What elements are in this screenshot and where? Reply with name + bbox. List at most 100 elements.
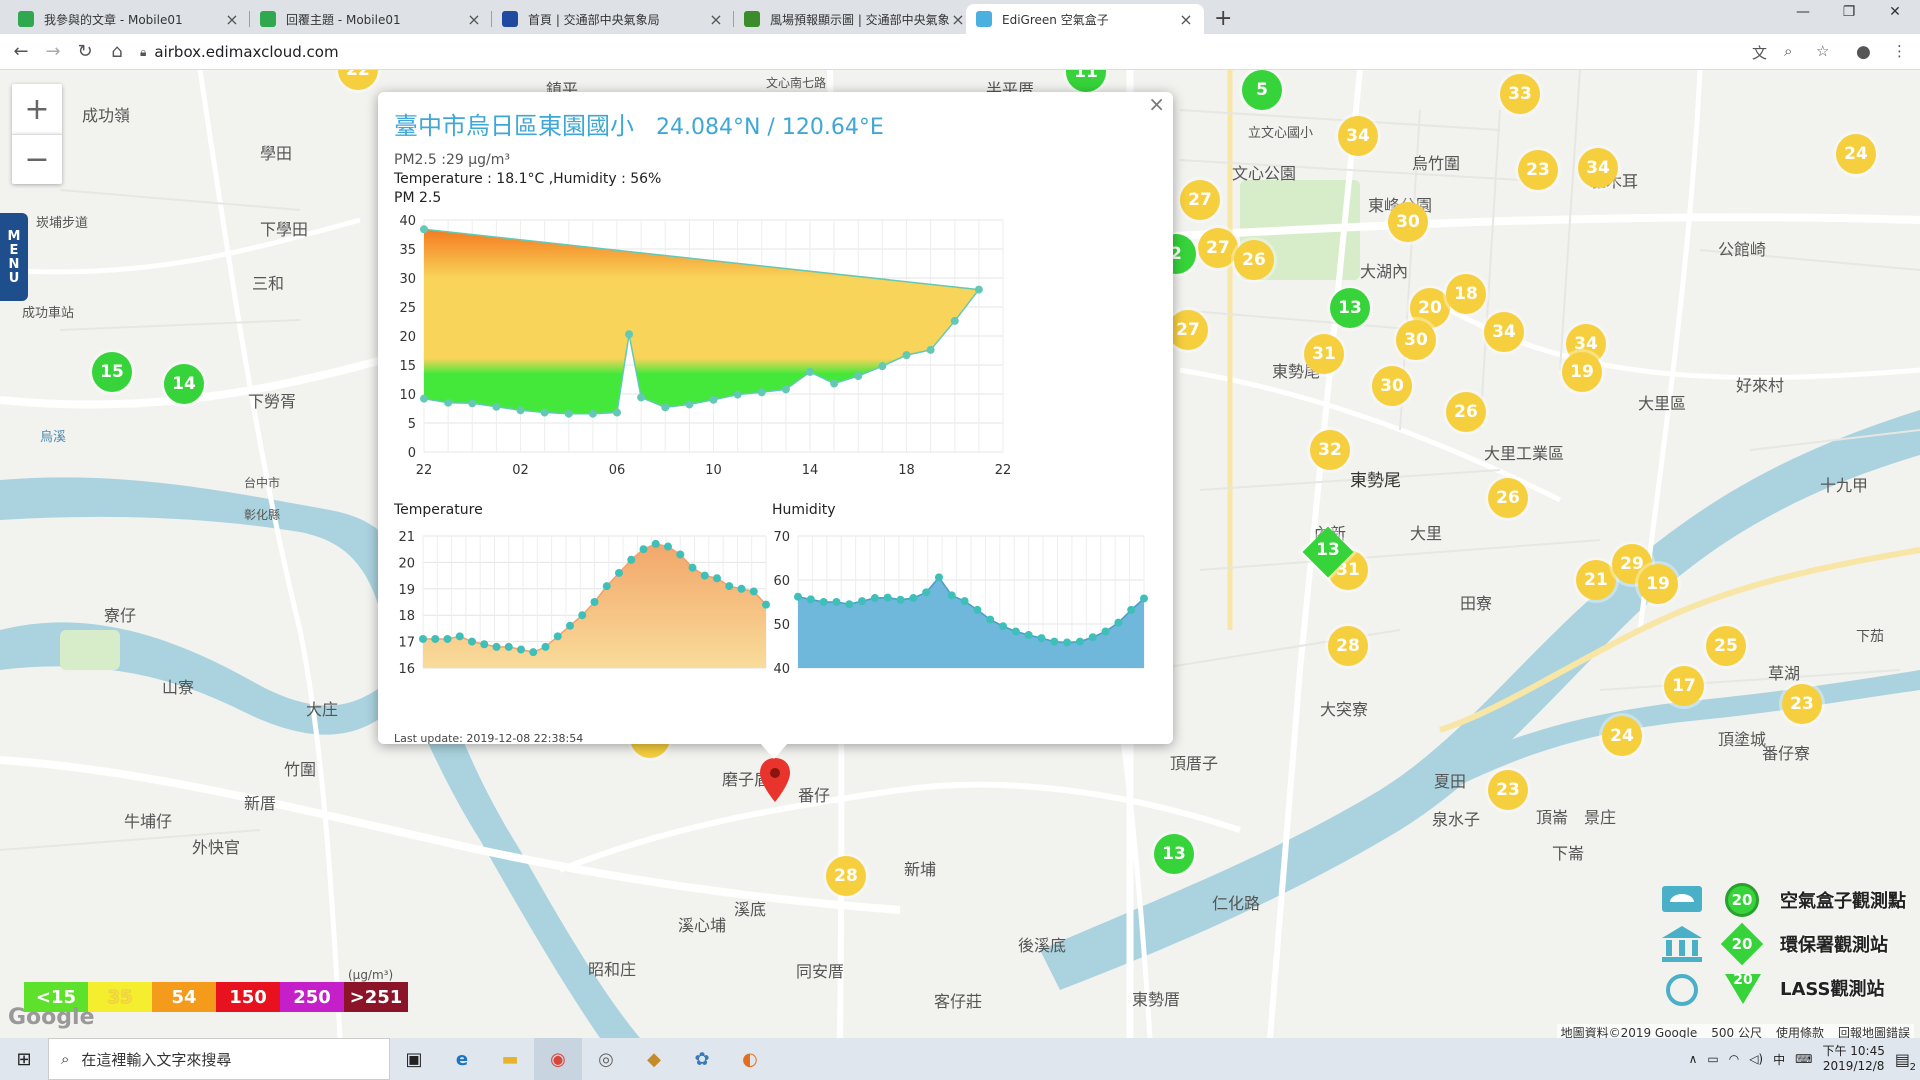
airbox-marker[interactable]: 25	[1706, 626, 1746, 666]
airbox-marker[interactable]: 27	[1180, 180, 1220, 220]
pm25-point	[709, 395, 718, 404]
selected-station-pin-icon[interactable]	[760, 758, 790, 802]
humidity-point	[960, 597, 969, 606]
place-label: 寮仔	[104, 606, 137, 625]
airbox-marker[interactable]: 19	[1562, 352, 1602, 392]
airbox-marker[interactable]: 34	[1484, 312, 1524, 352]
taskbar-clock[interactable]: 下午 10:45 2019/12/8	[1822, 1044, 1884, 1074]
translate-icon[interactable]: 文	[1752, 42, 1767, 63]
airbox-marker[interactable]: 19	[1638, 564, 1678, 604]
volume-icon[interactable]: ◁)	[1749, 1052, 1763, 1066]
airbox-marker[interactable]: 13	[1154, 834, 1194, 874]
close-icon[interactable]: ×	[224, 10, 240, 29]
airbox-marker[interactable]: 15	[92, 352, 132, 392]
keyboard-icon[interactable]: ⌨	[1795, 1052, 1812, 1066]
ime-indicator[interactable]: 中	[1773, 1051, 1785, 1068]
bookmark-star-icon[interactable]: ☆	[1816, 42, 1829, 60]
close-window-button[interactable]: ✕	[1872, 4, 1918, 20]
tab-cwb-wind[interactable]: 風場預報顯示圖 | 交通部中央氣象局 ×	[734, 4, 976, 34]
pm25-ytick-label: 20	[399, 330, 416, 345]
airbox-marker[interactable]: 14	[164, 364, 204, 404]
network-icon[interactable]: ◠	[1729, 1052, 1739, 1066]
zoom-out-button[interactable]: −	[12, 134, 62, 184]
account-icon[interactable]: ●	[1856, 42, 1871, 62]
pm25-point	[685, 400, 694, 409]
task-view-icon[interactable]: ▣	[390, 1038, 438, 1080]
report-error-link[interactable]: 回報地圖錯誤	[1838, 1024, 1910, 1038]
tray-expand-icon[interactable]: ∧	[1689, 1052, 1698, 1066]
airbox-marker[interactable]: 26	[1446, 392, 1486, 432]
close-icon[interactable]: ×	[950, 10, 966, 29]
tab-edigreen[interactable]: EdiGreen 空氣盒子 ×	[966, 4, 1204, 34]
pm25-point	[564, 409, 573, 418]
map-canvas[interactable]: 成功嶺 學田 下學田 三和 崁埔步道 成功車站 下勞胥 烏溪 台中市 彰化縣 寮…	[0, 70, 1920, 1038]
airbox-marker[interactable]: 5	[1242, 70, 1282, 110]
chrome-browser-icon[interactable]: ◉	[534, 1038, 582, 1080]
app-icon-8[interactable]: ◐	[726, 1038, 774, 1080]
airbox-marker[interactable]: 31	[1304, 334, 1344, 374]
airbox-marker[interactable]: 32	[1310, 430, 1350, 470]
humidity-point	[909, 594, 918, 603]
windows-start-button[interactable]: ⊞	[0, 1038, 48, 1080]
battery-icon[interactable]: ▭	[1707, 1052, 1718, 1066]
home-icon[interactable]: ⌂	[106, 41, 128, 62]
close-icon[interactable]: ×	[708, 10, 724, 29]
zoom-icon[interactable]: ⌕	[1784, 42, 1792, 60]
unit-label: (μg/m³)	[348, 968, 394, 982]
terms-link[interactable]: 使用條款	[1776, 1024, 1824, 1038]
temperature-ytick-label: 20	[398, 556, 415, 571]
lass-station-value: 13	[1316, 540, 1340, 560]
airbox-marker[interactable]: 17	[1664, 666, 1704, 706]
airbox-marker[interactable]: 33	[1500, 74, 1540, 114]
airbox-marker[interactable]: 27	[1168, 310, 1208, 350]
airbox-marker[interactable]: 23	[1782, 684, 1822, 724]
airbox-marker[interactable]: 30	[1396, 320, 1436, 360]
airbox-marker[interactable]: 24	[1836, 134, 1876, 174]
airbox-marker[interactable]: 13	[1330, 288, 1370, 328]
lock-icon[interactable]: 🔒︎	[140, 45, 146, 60]
address-bar[interactable]: 🔒︎ airbox.edimaxcloud.com	[140, 38, 1740, 66]
airbox-marker[interactable]: 34	[1578, 148, 1618, 188]
reload-icon[interactable]: ↻	[74, 41, 96, 62]
close-icon[interactable]: ×	[1178, 10, 1194, 29]
airbox-marker[interactable]: 23	[1518, 150, 1558, 190]
close-icon[interactable]: ×	[466, 10, 482, 29]
airbox-marker[interactable]: 23	[1488, 770, 1528, 810]
notification-center-icon[interactable]: ▤ 2	[1895, 1050, 1916, 1073]
map-scale-bar[interactable]: 500 公尺	[1711, 1024, 1762, 1038]
airbox-marker[interactable]: 28	[826, 856, 866, 896]
last-update-text: Last update: 2019-12-08 22:38:54	[394, 732, 584, 745]
airbox-marker[interactable]: 30	[1388, 202, 1428, 242]
file-explorer-icon[interactable]: ▬	[486, 1038, 534, 1080]
airbox-marker[interactable]: 18	[1446, 274, 1486, 314]
airbox-marker[interactable]: 26	[1488, 478, 1528, 518]
edge-browser-icon[interactable]: e	[438, 1038, 486, 1080]
maximize-button[interactable]: ❐	[1826, 4, 1872, 20]
tab-mobile01-articles[interactable]: 我參與的文章 - Mobile01 ×	[8, 4, 250, 34]
airbox-marker[interactable]: 30	[1372, 366, 1412, 406]
legend-airbox-label: 空氣盒子觀測點	[1780, 891, 1906, 912]
app-icon-5[interactable]: ◎	[582, 1038, 630, 1080]
forward-arrow-icon[interactable]: →	[42, 41, 64, 62]
humidity-point	[1011, 627, 1020, 636]
airbox-marker[interactable]: 28	[1328, 626, 1368, 666]
menu-dots-icon[interactable]: ⋮	[1892, 42, 1907, 60]
back-arrow-icon[interactable]: ←	[10, 41, 32, 62]
tab-cwb-home[interactable]: 首頁 | 交通部中央氣象局 ×	[492, 4, 734, 34]
airbox-marker[interactable]: 26	[1234, 240, 1274, 280]
cwb-favicon-icon	[502, 11, 518, 27]
app-icon-6[interactable]: ◆	[630, 1038, 678, 1080]
airbox-marker[interactable]: 24	[1602, 716, 1642, 756]
tab-mobile01-reply[interactable]: 回覆主題 - Mobile01 ×	[250, 4, 492, 34]
system-tray: ∧ ▭ ◠ ◁) 中 ⌨ 下午 10:45 2019/12/8 ▤ 2	[1689, 1038, 1920, 1080]
airbox-marker[interactable]: 21	[1576, 560, 1616, 600]
airbox-marker[interactable]: 34	[1338, 116, 1378, 156]
taskbar-search-box[interactable]: ⌕ 在這裡輸入文字來搜尋	[48, 1038, 390, 1080]
new-tab-button[interactable]: +	[1214, 6, 1232, 31]
airbox-marker[interactable]: 27	[1198, 228, 1238, 268]
menu-button[interactable]: MENU	[0, 213, 28, 301]
minimize-button[interactable]: —	[1780, 4, 1826, 20]
zoom-in-button[interactable]: +	[12, 84, 62, 134]
app-icon-7[interactable]: ✿	[678, 1038, 726, 1080]
legend-lass-label: LASS觀測站	[1780, 979, 1885, 1000]
